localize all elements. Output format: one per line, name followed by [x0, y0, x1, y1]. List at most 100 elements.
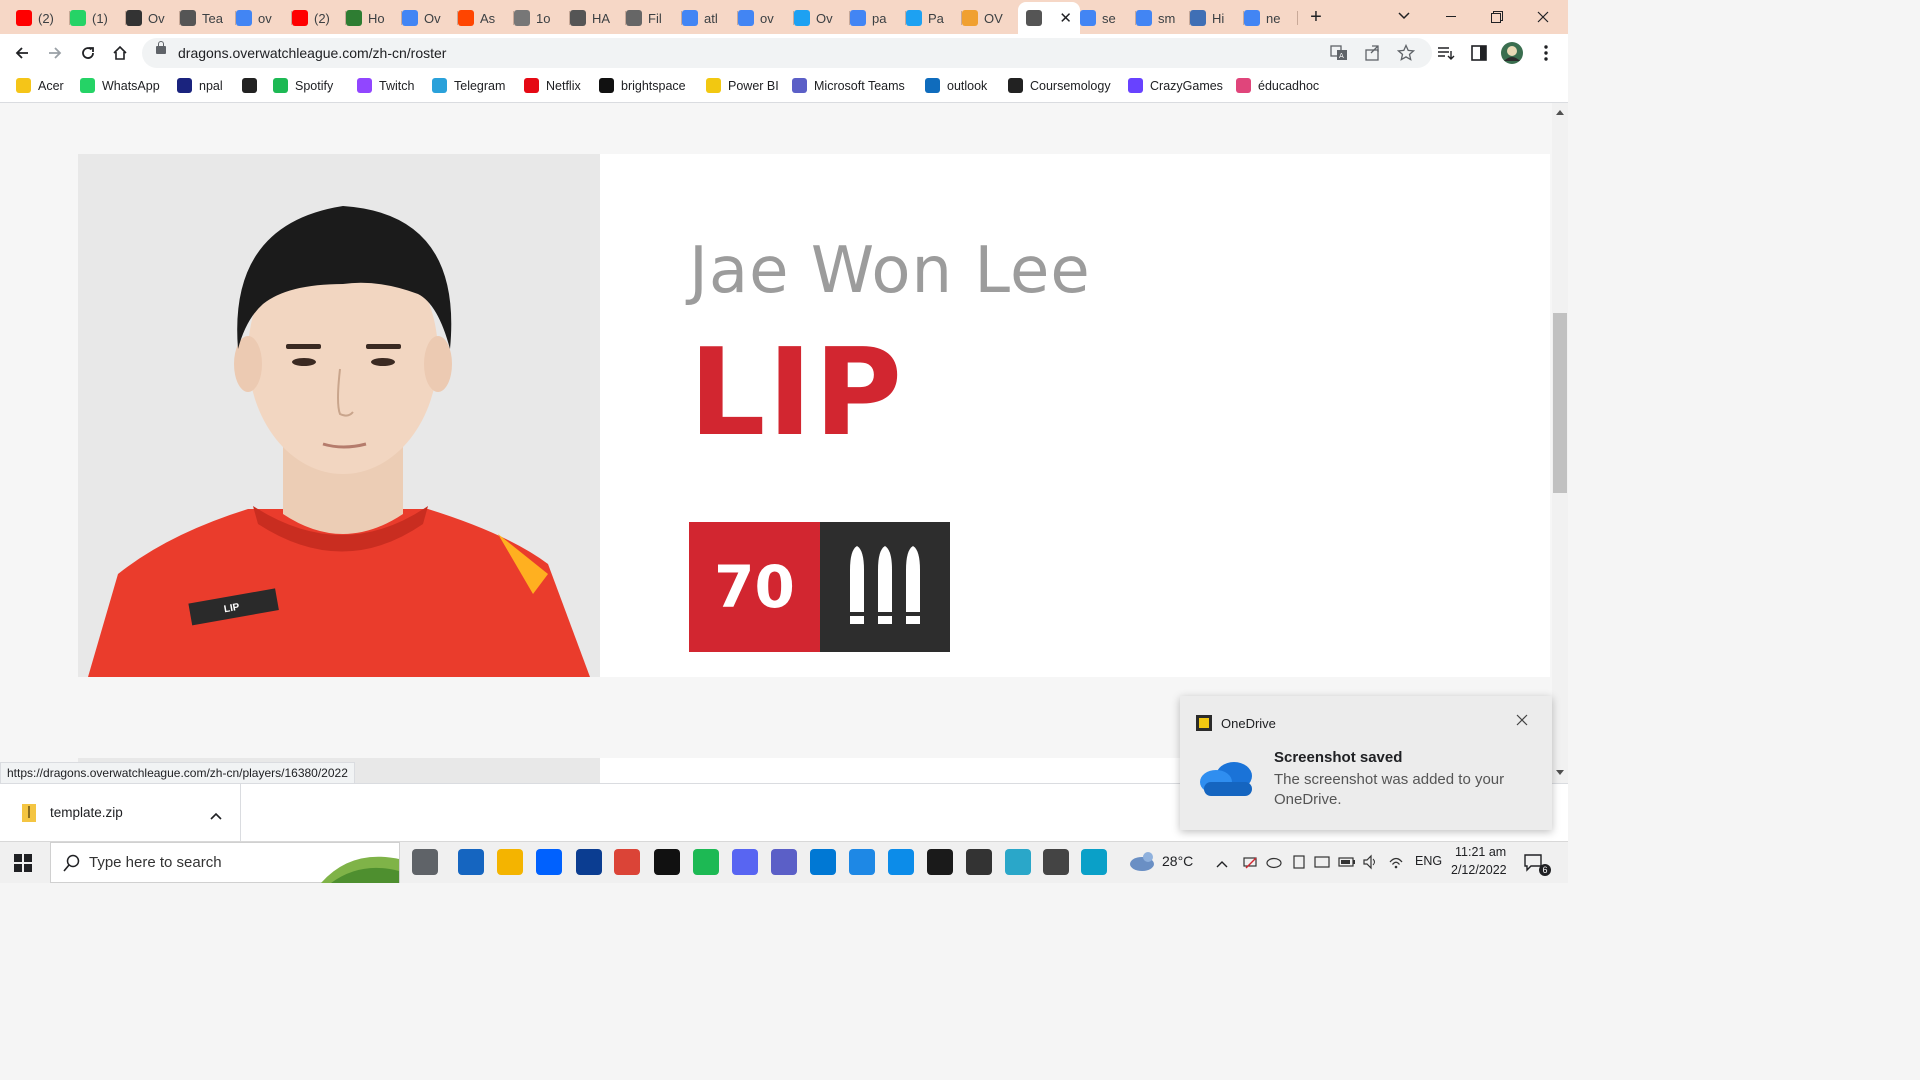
- bookmark-item[interactable]: outlook: [925, 78, 987, 93]
- language-indicator[interactable]: ENG: [1415, 854, 1442, 868]
- browser-tab[interactable]: ne: [1236, 4, 1298, 32]
- back-button[interactable]: [9, 40, 35, 66]
- browser-tab[interactable]: ✕: [1018, 2, 1080, 34]
- url-text[interactable]: dragons.overwatchleague.com/zh-cn/roster: [178, 45, 446, 61]
- notification-app-name: OneDrive: [1221, 716, 1276, 731]
- onedrive-notification[interactable]: OneDrive Screenshot saved The screenshot…: [1180, 696, 1552, 830]
- browser-tab[interactable]: Tea: [172, 4, 236, 32]
- share-icon[interactable]: [1364, 44, 1382, 62]
- browser-tab[interactable]: (1): [62, 4, 126, 32]
- bookmark-item[interactable]: Spotify: [273, 78, 333, 93]
- close-tab-icon[interactable]: ✕: [1059, 9, 1072, 27]
- tray-display-icon[interactable]: [1314, 854, 1330, 873]
- browser-tab[interactable]: ov: [730, 4, 794, 32]
- task-view-icon[interactable]: [412, 849, 438, 875]
- edge-icon[interactable]: [888, 849, 914, 875]
- bookmark-item[interactable]: Telegram: [432, 78, 505, 93]
- sandbox-app-icon[interactable]: [576, 849, 602, 875]
- photos-icon[interactable]: [849, 849, 875, 875]
- edge-dev-icon[interactable]: [1081, 849, 1107, 875]
- wifi-icon[interactable]: [1388, 854, 1404, 873]
- notification-close-button[interactable]: [1516, 714, 1528, 729]
- dropbox-icon[interactable]: [536, 849, 562, 875]
- browser-tab[interactable]: (2): [8, 4, 70, 32]
- profile-avatar[interactable]: [1499, 40, 1525, 66]
- tray-network-warning-icon[interactable]: [1242, 854, 1258, 873]
- browser-tab[interactable]: ov: [228, 4, 292, 32]
- weather-icon[interactable]: [1128, 851, 1156, 876]
- vscode-icon[interactable]: [810, 849, 836, 875]
- reload-button[interactable]: [75, 40, 101, 66]
- menu-kebab-icon[interactable]: [1533, 40, 1559, 66]
- scrollbar-thumb[interactable]: [1553, 313, 1567, 493]
- unity-icon[interactable]: [966, 849, 992, 875]
- clock-date[interactable]: 2/12/2022: [1451, 863, 1507, 877]
- browser-tab[interactable]: se: [1072, 4, 1136, 32]
- bookmark-item[interactable]: Twitch: [357, 78, 414, 93]
- minimize-button[interactable]: [1428, 0, 1474, 34]
- close-window-button[interactable]: [1520, 0, 1566, 34]
- puzzle-icon: [626, 10, 642, 26]
- browser-tab[interactable]: Ho: [338, 4, 402, 32]
- browser-tab[interactable]: (2): [284, 4, 346, 32]
- weather-temperature[interactable]: 28°C: [1162, 853, 1193, 869]
- maya-icon[interactable]: [1005, 849, 1031, 875]
- teams-icon[interactable]: [771, 849, 797, 875]
- browser-tab[interactable]: sm: [1128, 4, 1190, 32]
- address-bar[interactable]: dragons.overwatchleague.com/zh-cn/roster…: [142, 38, 1432, 68]
- browser-tab[interactable]: atl: [674, 4, 738, 32]
- browser-tab[interactable]: 1o: [506, 4, 570, 32]
- browser-tab[interactable]: Fil: [618, 4, 682, 32]
- volume-icon[interactable]: [1362, 854, 1378, 873]
- browser-tab[interactable]: Ov: [394, 4, 458, 32]
- browser-tab[interactable]: As: [450, 4, 514, 32]
- discord-like-icon[interactable]: [732, 849, 758, 875]
- bookmark-star-icon[interactable]: [1396, 43, 1416, 62]
- forward-button[interactable]: [42, 40, 68, 66]
- player-card[interactable]: LIP Jae Won Lee LIP 70: [78, 154, 1550, 677]
- bookmark-item[interactable]: Microsoft Teams: [792, 78, 905, 93]
- lock-icon[interactable]: [156, 41, 166, 54]
- bookmark-item[interactable]: brightspace: [599, 78, 686, 93]
- browser-tab[interactable]: pa: [842, 4, 906, 32]
- bookmark-item[interactable]: Netflix: [524, 78, 581, 93]
- tab-search-chevron-icon[interactable]: [1392, 4, 1416, 28]
- netflix-icon[interactable]: [654, 849, 680, 875]
- new-tab-button[interactable]: +: [1303, 5, 1329, 29]
- tray-cloud-icon[interactable]: [1266, 854, 1282, 873]
- spotify-icon[interactable]: [693, 849, 719, 875]
- pycharm-icon[interactable]: [927, 849, 953, 875]
- bookmark-item[interactable]: npal: [177, 78, 223, 93]
- side-panel-icon[interactable]: [1466, 40, 1492, 66]
- chevron-up-icon[interactable]: [210, 808, 222, 823]
- translate-icon[interactable]: A: [1330, 44, 1348, 62]
- file-explorer-icon[interactable]: [497, 849, 523, 875]
- home-button[interactable]: [107, 40, 133, 66]
- download-item[interactable]: template.zip: [0, 784, 241, 842]
- tray-chevron-up-icon[interactable]: [1216, 856, 1228, 871]
- unity-hub-icon[interactable]: [1043, 849, 1069, 875]
- battery-icon[interactable]: [1338, 855, 1356, 872]
- chrome-icon[interactable]: [614, 849, 640, 875]
- browser-tab[interactable]: Ov: [118, 4, 180, 32]
- bookmark-item[interactable]: Power BI: [706, 78, 779, 93]
- browser-tab[interactable]: Ov: [786, 4, 850, 32]
- bookmark-item[interactable]: Acer: [16, 78, 64, 93]
- browser-tab[interactable]: Pa: [898, 4, 962, 32]
- browser-tab[interactable]: HA: [562, 4, 626, 32]
- bookmark-item[interactable]: Coursemology: [1008, 78, 1111, 93]
- browser-tab[interactable]: Hi: [1182, 4, 1244, 32]
- browser-tab[interactable]: OV: [954, 4, 1024, 32]
- bookmark-item[interactable]: WhatsApp: [80, 78, 160, 93]
- bookmark-item[interactable]: CrazyGames: [1128, 78, 1223, 93]
- bookmark-item[interactable]: éducadhoc: [1236, 78, 1319, 93]
- bookmark-label: Telegram: [454, 78, 506, 93]
- restore-button[interactable]: [1474, 0, 1520, 34]
- reading-list-icon[interactable]: [1433, 40, 1459, 66]
- taskbar-search-box[interactable]: Type here to search: [50, 842, 400, 883]
- tray-device-icon[interactable]: [1291, 854, 1307, 873]
- windows-start-icon[interactable]: [14, 854, 32, 875]
- mail-icon[interactable]: [458, 849, 484, 875]
- clock-time[interactable]: 11:21 am: [1455, 845, 1506, 859]
- bookmark-item[interactable]: [242, 78, 264, 93]
